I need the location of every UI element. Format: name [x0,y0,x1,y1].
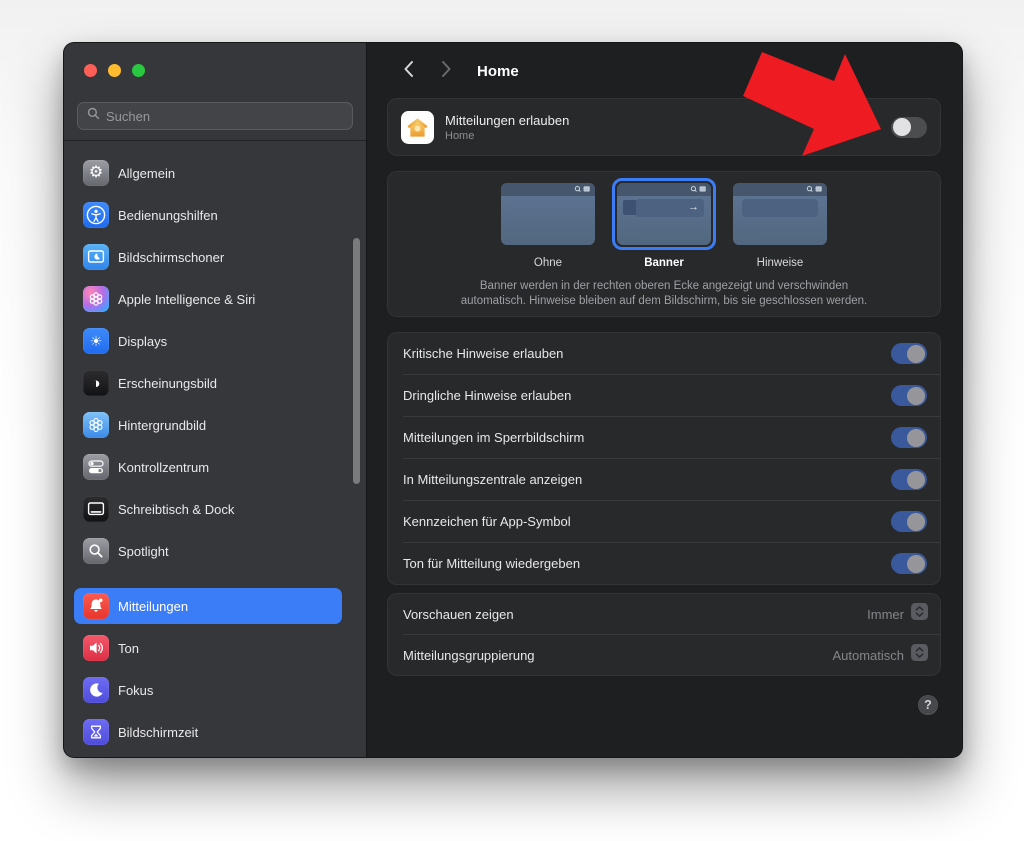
dropdown-select[interactable]: Automatisch [832,644,928,666]
close-window-button[interactable] [84,64,97,77]
setting-toggle[interactable] [891,511,927,532]
alert-style-preview [733,183,827,245]
sidebar-item-fokus[interactable]: Fokus [74,672,342,708]
screen-time-icon [83,719,109,745]
setting-row-kritische-hinweise-erlauben: Kritische Hinweise erlauben [388,333,940,374]
search-icon [87,107,100,125]
banner-arrow-icon: → [688,201,699,213]
sidebar-item-ton[interactable]: Ton [74,630,342,666]
alert-style-option-ohne[interactable]: Ohne [496,178,600,269]
forward-button[interactable] [435,58,457,84]
sidebar-divider [64,140,366,141]
alert-style-preview: → [617,183,711,245]
alert-style-option-hinweise[interactable]: Hinweise [728,178,832,269]
main-panel: Home Mitteilungen erlauben Home Ohne → B… [366,43,962,757]
dropdown-row-vorschauen-zeigen: Vorschauen zeigen Immer [388,594,940,634]
sidebar-item-hintergrundbild[interactable]: Hintergrundbild [74,407,342,443]
appearance-icon: ◑ [83,370,109,396]
stepper-icon [911,644,928,666]
setting-row-mitteilungen-im-sperrbildschirm: Mitteilungen im Sperrbildschirm [388,417,940,458]
help-button[interactable]: ? [918,695,938,715]
setting-row-kennzeichen-f-r-app-symbol: Kennzeichen für App-Symbol [388,501,940,542]
sidebar-item-bildschirmzeit[interactable]: Bildschirmzeit [74,714,342,750]
traffic-lights [64,43,366,77]
notifications-icon [83,593,109,619]
page-title: Home [477,62,519,80]
chevron-right-icon [441,60,452,83]
siri-icon [83,286,109,312]
setting-toggle[interactable] [891,343,927,364]
screensaver-icon [83,244,109,270]
desktop-dock-icon [83,496,109,522]
description-line-2: automatisch. Hinweise bleiben auf dem Bi… [460,294,868,307]
allow-notifications-card: Mitteilungen erlauben Home [387,98,941,156]
dropdown-row-mitteilungsgruppierung: Mitteilungsgruppierung Automatisch [388,635,940,675]
sidebar-item-bedienungshilfen[interactable]: Bedienungshilfen [74,197,342,233]
minimize-window-button[interactable] [108,64,121,77]
preview-window-toolbar-icons [690,186,706,192]
notification-options-card: Kritische Hinweise erlauben Dringliche H… [387,332,941,585]
back-button[interactable] [397,58,419,84]
search-input[interactable]: Suchen [77,102,353,130]
description-line-1: Banner werden in der rechten oberen Ecke… [479,280,849,292]
zoom-window-button[interactable] [132,64,145,77]
sidebar-item-displays[interactable]: ☀ Displays [74,323,342,359]
sidebar-scrollbar[interactable] [353,238,360,484]
sidebar-item-allgemein[interactable]: ⚙ Allgemein [74,155,342,191]
alert-style-card: Ohne → Banner Hinweise Banner werden in … [387,171,941,317]
preview-window-toolbar-icons [806,186,822,192]
gear-icon: ⚙ [83,160,109,186]
setting-row-in-mitteilungszentrale-anzeigen: In Mitteilungszentrale anzeigen [388,459,940,500]
displays-icon: ☀ [83,328,109,354]
setting-toggle[interactable] [891,427,927,448]
sidebar-item-mitteilungen[interactable]: Mitteilungen [74,588,342,624]
sidebar-item-spotlight[interactable]: Spotlight [74,533,342,569]
sidebar-item-apple-intelligence-siri[interactable]: Apple Intelligence & Siri [74,281,342,317]
sidebar-item-erscheinungsbild[interactable]: ◑ Erscheinungsbild [74,365,342,401]
sound-icon [83,635,109,661]
sidebar: Suchen ⚙ Allgemein Bedienungshilfen Bild… [64,43,366,757]
search-placeholder: Suchen [106,108,151,124]
alert-style-option-banner[interactable]: → Banner [612,178,716,269]
wallpaper-icon [83,412,109,438]
setting-row-ton-f-r-mitteilung-wiedergeben: Ton für Mitteilung wiedergeben [388,543,940,584]
allow-notifications-toggle[interactable] [891,116,927,138]
sidebar-item-kontrollzentrum[interactable]: Kontrollzentrum [74,449,342,485]
preview-window-toolbar-icons [574,186,590,192]
dropdown-select[interactable]: Immer [867,603,928,625]
app-name-label: Home [445,129,475,142]
setting-toggle[interactable] [891,553,927,574]
alert-style-preview [501,183,595,245]
alert-style-options: Ohne → Banner Hinweise [388,178,940,269]
sidebar-item-bildschirmschoner[interactable]: Bildschirmschoner [74,239,342,275]
accessibility-icon [83,202,109,228]
alert-style-description: Banner werden in der rechten oberen Ecke… [388,279,940,308]
sidebar-item-schreibtisch-dock[interactable]: Schreibtisch & Dock [74,491,342,527]
control-center-icon [83,454,109,480]
focus-icon [83,677,109,703]
sidebar-nav: ⚙ Allgemein Bedienungshilfen Bildschirms… [74,155,342,756]
screenshot: Suchen ⚙ Allgemein Bedienungshilfen Bild… [0,0,1024,841]
main-header: Home [367,43,962,99]
setting-toggle[interactable] [891,385,927,406]
toggle-knob [893,118,911,136]
system-settings-window: Suchen ⚙ Allgemein Bedienungshilfen Bild… [63,42,963,758]
stepper-icon [911,603,928,625]
setting-toggle[interactable] [891,469,927,490]
home-app-icon [401,110,434,144]
chevron-left-icon [403,60,414,83]
spotlight-icon [83,538,109,564]
setting-row-dringliche-hinweise-erlauben: Dringliche Hinweise erlauben [388,375,940,416]
allow-notifications-label: Mitteilungen erlauben [445,112,570,128]
preview-grouping-card: Vorschauen zeigen Immer Mitteilungsgrupp… [387,593,941,676]
